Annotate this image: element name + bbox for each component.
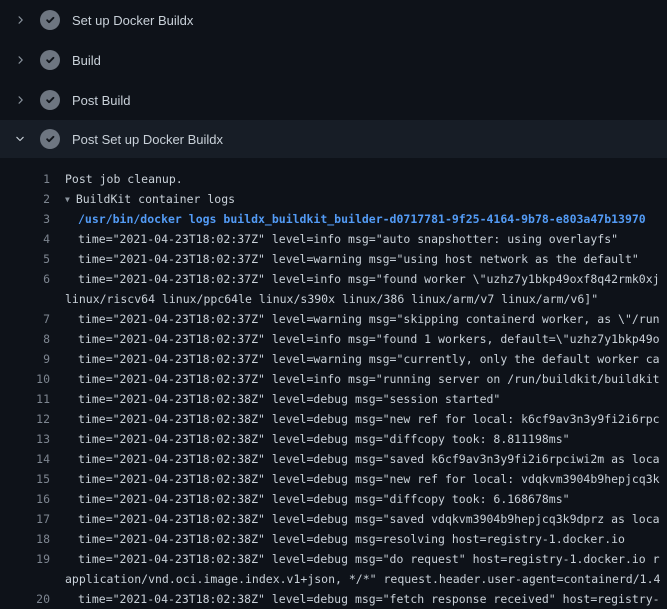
log-line-number[interactable]: 19 bbox=[0, 549, 50, 569]
log-line-number[interactable]: 9 bbox=[0, 349, 50, 369]
log-line: 8 time="2021-04-23T18:02:37Z" level=info… bbox=[0, 329, 667, 349]
log-text: time="2021-04-23T18:02:37Z" level=warnin… bbox=[65, 349, 660, 369]
log-group-label[interactable]: BuildKit container logs bbox=[76, 192, 235, 206]
log-line: 12 time="2021-04-23T18:02:38Z" level=deb… bbox=[0, 409, 667, 429]
log-line: 7 time="2021-04-23T18:02:37Z" level=warn… bbox=[0, 309, 667, 329]
log-line-number[interactable]: 4 bbox=[0, 229, 50, 249]
log-line: 6 time="2021-04-23T18:02:37Z" level=info… bbox=[0, 269, 667, 289]
log-line: 11 time="2021-04-23T18:02:38Z" level=deb… bbox=[0, 389, 667, 409]
log-line-number[interactable]: 10 bbox=[0, 369, 50, 389]
log-text: time="2021-04-23T18:02:38Z" level=debug … bbox=[65, 409, 660, 429]
log-line: 1 Post job cleanup. bbox=[0, 169, 667, 189]
log-line: 17 time="2021-04-23T18:02:38Z" level=deb… bbox=[0, 509, 667, 529]
group-collapse-icon[interactable]: ▼ bbox=[65, 190, 70, 210]
step-label: Set up Docker Buildx bbox=[72, 13, 193, 28]
log-line: 20 time="2021-04-23T18:02:38Z" level=deb… bbox=[0, 589, 667, 609]
check-circle-icon bbox=[40, 90, 60, 110]
log-text: time="2021-04-23T18:02:37Z" level=info m… bbox=[65, 329, 660, 349]
log-line: 9 time="2021-04-23T18:02:37Z" level=warn… bbox=[0, 349, 667, 369]
log-line: 3 /usr/bin/docker logs buildx_buildkit_b… bbox=[0, 209, 667, 229]
log-line-number[interactable]: 8 bbox=[0, 329, 50, 349]
log-text: time="2021-04-23T18:02:37Z" level=warnin… bbox=[65, 309, 660, 329]
log-line: 15 time="2021-04-23T18:02:38Z" level=deb… bbox=[0, 469, 667, 489]
log-text: linux/riscv64 linux/ppc64le linux/s390x … bbox=[65, 289, 598, 309]
log-text: time="2021-04-23T18:02:38Z" level=debug … bbox=[65, 389, 500, 409]
step-header-post-build[interactable]: Post Build bbox=[0, 80, 667, 120]
log-line: 13 time="2021-04-23T18:02:38Z" level=deb… bbox=[0, 429, 667, 449]
log-line: 16 time="2021-04-23T18:02:38Z" level=deb… bbox=[0, 489, 667, 509]
log-line: 5 time="2021-04-23T18:02:37Z" level=warn… bbox=[0, 249, 667, 269]
log-text: time="2021-04-23T18:02:38Z" level=debug … bbox=[65, 549, 660, 569]
log-text: time="2021-04-23T18:02:38Z" level=debug … bbox=[65, 489, 570, 509]
log-line: 18 time="2021-04-23T18:02:38Z" level=deb… bbox=[0, 529, 667, 549]
log-viewer: 1 Post job cleanup. 2 ▼ BuildKit containe… bbox=[0, 158, 667, 609]
chevron-down-icon bbox=[12, 131, 28, 147]
log-text: time="2021-04-23T18:02:38Z" level=debug … bbox=[65, 429, 570, 449]
check-circle-icon bbox=[40, 50, 60, 70]
chevron-right-icon bbox=[12, 12, 28, 28]
log-text: time="2021-04-23T18:02:37Z" level=info m… bbox=[65, 229, 618, 249]
log-line-number[interactable]: 6 bbox=[0, 269, 50, 289]
log-line-number[interactable]: 15 bbox=[0, 469, 50, 489]
log-line-number[interactable]: 14 bbox=[0, 449, 50, 469]
step-header-set-up-docker-buildx[interactable]: Set up Docker Buildx bbox=[0, 0, 667, 40]
log-line: application/vnd.oci.image.index.v1+json,… bbox=[0, 569, 667, 589]
log-text: time="2021-04-23T18:02:38Z" level=debug … bbox=[65, 529, 625, 549]
workflow-steps-list: Set up Docker Buildx Build bbox=[0, 0, 667, 158]
log-text: ▼ BuildKit container logs bbox=[65, 189, 235, 210]
log-line-number[interactable]: 16 bbox=[0, 489, 50, 509]
log-text: /usr/bin/docker logs buildx_buildkit_bui… bbox=[65, 209, 646, 229]
log-text: time="2021-04-23T18:02:38Z" level=debug … bbox=[65, 449, 660, 469]
chevron-right-icon bbox=[12, 52, 28, 68]
log-line: 14 time="2021-04-23T18:02:38Z" level=deb… bbox=[0, 449, 667, 469]
log-text: Post job cleanup. bbox=[65, 169, 183, 189]
check-circle-icon bbox=[40, 10, 60, 30]
log-text: time="2021-04-23T18:02:38Z" level=debug … bbox=[65, 589, 660, 609]
check-circle-icon bbox=[40, 129, 60, 149]
log-line: 10 time="2021-04-23T18:02:37Z" level=inf… bbox=[0, 369, 667, 389]
log-line: 2 ▼ BuildKit container logs bbox=[0, 189, 667, 209]
log-text: time="2021-04-23T18:02:37Z" level=info m… bbox=[65, 369, 660, 389]
log-line-number[interactable]: 1 bbox=[0, 169, 50, 189]
log-text: time="2021-04-23T18:02:38Z" level=debug … bbox=[65, 509, 660, 529]
log-line-number[interactable]: 18 bbox=[0, 529, 50, 549]
chevron-right-icon bbox=[12, 92, 28, 108]
log-text: time="2021-04-23T18:02:38Z" level=debug … bbox=[65, 469, 660, 489]
log-text: time="2021-04-23T18:02:37Z" level=info m… bbox=[65, 269, 660, 289]
log-text: time="2021-04-23T18:02:37Z" level=warnin… bbox=[65, 249, 639, 269]
step-header-post-set-up-docker-buildx[interactable]: Post Set up Docker Buildx bbox=[0, 120, 667, 158]
log-line-number[interactable]: 7 bbox=[0, 309, 50, 329]
step-header-build[interactable]: Build bbox=[0, 40, 667, 80]
log-line: 4 time="2021-04-23T18:02:37Z" level=info… bbox=[0, 229, 667, 249]
log-line: linux/riscv64 linux/ppc64le linux/s390x … bbox=[0, 289, 667, 309]
step-label: Post Build bbox=[72, 93, 131, 108]
log-line-number[interactable]: 3 bbox=[0, 209, 50, 229]
log-line-number[interactable]: 2 bbox=[0, 189, 50, 209]
log-line-number[interactable]: 20 bbox=[0, 589, 50, 609]
log-line: 19 time="2021-04-23T18:02:38Z" level=deb… bbox=[0, 549, 667, 569]
log-text: application/vnd.oci.image.index.v1+json,… bbox=[65, 569, 660, 589]
step-label: Build bbox=[72, 53, 101, 68]
log-line-number[interactable]: 11 bbox=[0, 389, 50, 409]
log-line-number[interactable]: 12 bbox=[0, 409, 50, 429]
step-label: Post Set up Docker Buildx bbox=[72, 132, 223, 147]
log-line-number[interactable]: 5 bbox=[0, 249, 50, 269]
log-line-number[interactable]: 13 bbox=[0, 429, 50, 449]
log-line-number[interactable]: 17 bbox=[0, 509, 50, 529]
